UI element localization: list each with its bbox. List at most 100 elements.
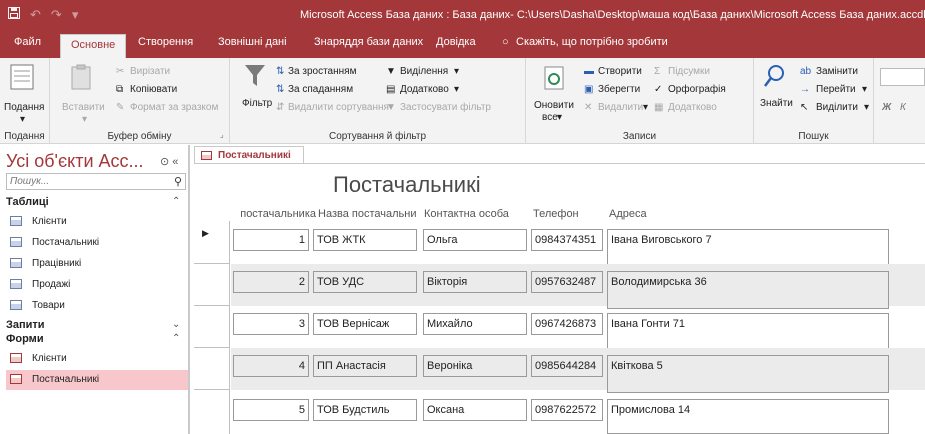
save-record-button[interactable]: Зберегти xyxy=(598,84,640,95)
collapse-icon[interactable]: ⌃ xyxy=(172,196,180,207)
phone-field[interactable]: 0985644284 xyxy=(531,355,603,377)
supplier-name-field[interactable]: ТОВ Вернісаж xyxy=(313,313,417,335)
filter-icon[interactable] xyxy=(244,64,266,91)
copy-button[interactable]: Копіювати xyxy=(130,84,177,95)
contact-person-field[interactable]: Вероніка xyxy=(423,355,527,377)
phone-field[interactable]: 0967426873 xyxy=(531,313,603,335)
bold-button[interactable]: Ж xyxy=(882,102,891,113)
chevron-down-icon[interactable]: ▾ xyxy=(557,112,562,123)
nav-item-table-products[interactable]: Товари xyxy=(6,296,188,316)
nav-item-table-clients[interactable]: Клієнти xyxy=(6,212,188,232)
filter-button[interactable]: Фільтр xyxy=(242,98,272,109)
nav-item-form-clients[interactable]: Клієнти xyxy=(6,349,188,369)
tell-me-box[interactable]: Скажіть, що потрібно зробити xyxy=(516,36,668,48)
tab-database-tools[interactable]: Знаряддя бази даних xyxy=(314,36,423,48)
toggle-filter-button[interactable]: Застосувати фільтр xyxy=(400,102,491,113)
more-button[interactable]: Додатково xyxy=(668,102,717,113)
nav-menu-icon[interactable]: ⊙ xyxy=(160,156,169,168)
spelling-button[interactable]: Орфографія xyxy=(668,84,726,95)
collapse-icon[interactable]: ⌃ xyxy=(172,333,180,344)
supplier-id-field[interactable]: 3 xyxy=(233,313,309,335)
address-field[interactable]: Квіткова 5 xyxy=(607,355,889,393)
supplier-id-field[interactable]: 4 xyxy=(233,355,309,377)
contact-person-field[interactable]: Михайло xyxy=(423,313,527,335)
delete-button[interactable]: Видалити xyxy=(598,102,643,113)
nav-item-table-sales[interactable]: Продажі xyxy=(6,275,188,295)
tab-external-data[interactable]: Зовнішні дані xyxy=(218,36,287,48)
font-name-box[interactable] xyxy=(880,68,925,86)
expand-icon[interactable]: ⌄ xyxy=(172,319,180,330)
nav-search[interactable]: ⚲ xyxy=(6,173,186,190)
refresh-icon[interactable] xyxy=(544,66,564,93)
totals-button[interactable]: Підсумки xyxy=(668,66,710,77)
remove-sort-button[interactable]: Видалити сортування xyxy=(288,102,389,113)
tab-file[interactable]: Файл xyxy=(14,36,41,48)
nav-search-input[interactable] xyxy=(7,174,157,189)
column-header-address: Адреса xyxy=(609,208,647,220)
tell-me-icon[interactable]: ○ xyxy=(502,36,509,48)
document-tab-divider xyxy=(194,163,925,164)
search-icon[interactable]: ⚲ xyxy=(174,175,182,188)
phone-field[interactable]: 0987622572 xyxy=(531,399,603,421)
nav-section-tables[interactable]: Таблиці xyxy=(6,196,49,208)
supplier-name-field[interactable]: ТОВ УДС xyxy=(313,271,417,293)
chevron-down-icon[interactable]: ▾ xyxy=(862,84,867,95)
sort-ascending-button[interactable]: За зростанням xyxy=(288,66,356,77)
chevron-down-icon[interactable]: ▾ xyxy=(454,66,459,77)
contact-person-field[interactable]: Оксана xyxy=(423,399,527,421)
contact-person-field[interactable]: Вікторія xyxy=(423,271,527,293)
tab-home[interactable]: Основне xyxy=(60,34,127,58)
format-painter-button[interactable]: Формат за зразком xyxy=(130,102,218,113)
tab-create[interactable]: Створення xyxy=(138,36,193,48)
refresh-button[interactable]: Оновити xyxy=(534,100,574,111)
nav-section-forms[interactable]: Форми xyxy=(6,333,44,345)
advanced-button[interactable]: Додатково xyxy=(400,84,449,95)
cut-button[interactable]: Вирізати xyxy=(130,66,170,77)
nav-section-queries[interactable]: Запити xyxy=(6,319,45,331)
address-field[interactable]: Івана Гонти 71 xyxy=(607,313,889,351)
goto-button[interactable]: Перейти xyxy=(816,84,856,95)
nav-item-form-suppliers[interactable]: Постачальникі xyxy=(6,370,188,390)
address-field[interactable]: Володимирська 36 xyxy=(607,271,889,309)
dialog-launcher-icon[interactable]: ⌟ xyxy=(220,130,224,139)
find-icon[interactable] xyxy=(764,64,786,91)
paste-icon[interactable] xyxy=(70,64,92,93)
redo-icon[interactable]: ↷ xyxy=(51,7,62,23)
save-icon[interactable] xyxy=(8,7,20,23)
italic-button[interactable]: К xyxy=(900,102,906,113)
supplier-name-field[interactable]: ПП Анастасія xyxy=(313,355,417,377)
paste-button[interactable]: Вставити xyxy=(62,102,105,113)
nav-pane-title[interactable]: Усі об'єкти Acc... xyxy=(6,151,144,172)
chevron-down-icon[interactable]: ▾ xyxy=(864,102,869,113)
refresh-all-label[interactable]: все xyxy=(542,112,558,123)
address-field[interactable]: Промислова 14 xyxy=(607,399,889,434)
chevron-down-icon[interactable]: ▾ xyxy=(20,114,25,125)
view-button[interactable]: Подання xyxy=(4,102,44,113)
supplier-id-field[interactable]: 5 xyxy=(233,399,309,421)
chevron-down-icon[interactable]: ▾ xyxy=(454,84,459,95)
view-icon[interactable] xyxy=(10,64,34,93)
chevron-down-icon[interactable]: ▾ xyxy=(82,114,87,125)
nav-item-table-suppliers[interactable]: Постачальникі xyxy=(6,233,188,253)
address-field[interactable]: Івана Виговського 7 xyxy=(607,229,889,267)
phone-field[interactable]: 0984374351 xyxy=(531,229,603,251)
sort-descending-button[interactable]: За спаданням xyxy=(288,84,353,95)
document-tab-suppliers[interactable]: Постачальникі xyxy=(194,146,304,164)
nav-item-table-employees[interactable]: Працівникі xyxy=(6,254,188,274)
replace-button[interactable]: Замінити xyxy=(816,66,858,77)
customize-qat-icon[interactable]: ▾ xyxy=(72,7,79,23)
supplier-id-field[interactable]: 2 xyxy=(233,271,309,293)
chevron-down-icon[interactable]: ▾ xyxy=(643,102,648,113)
undo-icon[interactable]: ↶ xyxy=(30,7,41,23)
supplier-name-field[interactable]: ТОВ Будстиль xyxy=(313,399,417,421)
new-record-button[interactable]: Створити xyxy=(598,66,642,77)
supplier-name-field[interactable]: ТОВ ЖТК xyxy=(313,229,417,251)
shutter-bar-close-icon[interactable]: « xyxy=(172,156,178,168)
supplier-id-field[interactable]: 1 xyxy=(233,229,309,251)
select-button[interactable]: Виділити xyxy=(816,102,858,113)
contact-person-field[interactable]: Ольга xyxy=(423,229,527,251)
phone-field[interactable]: 0957632487 xyxy=(531,271,603,293)
find-button[interactable]: Знайти xyxy=(760,98,793,109)
tab-help[interactable]: Довідка xyxy=(436,36,476,48)
selection-button[interactable]: Виділення xyxy=(400,66,448,77)
